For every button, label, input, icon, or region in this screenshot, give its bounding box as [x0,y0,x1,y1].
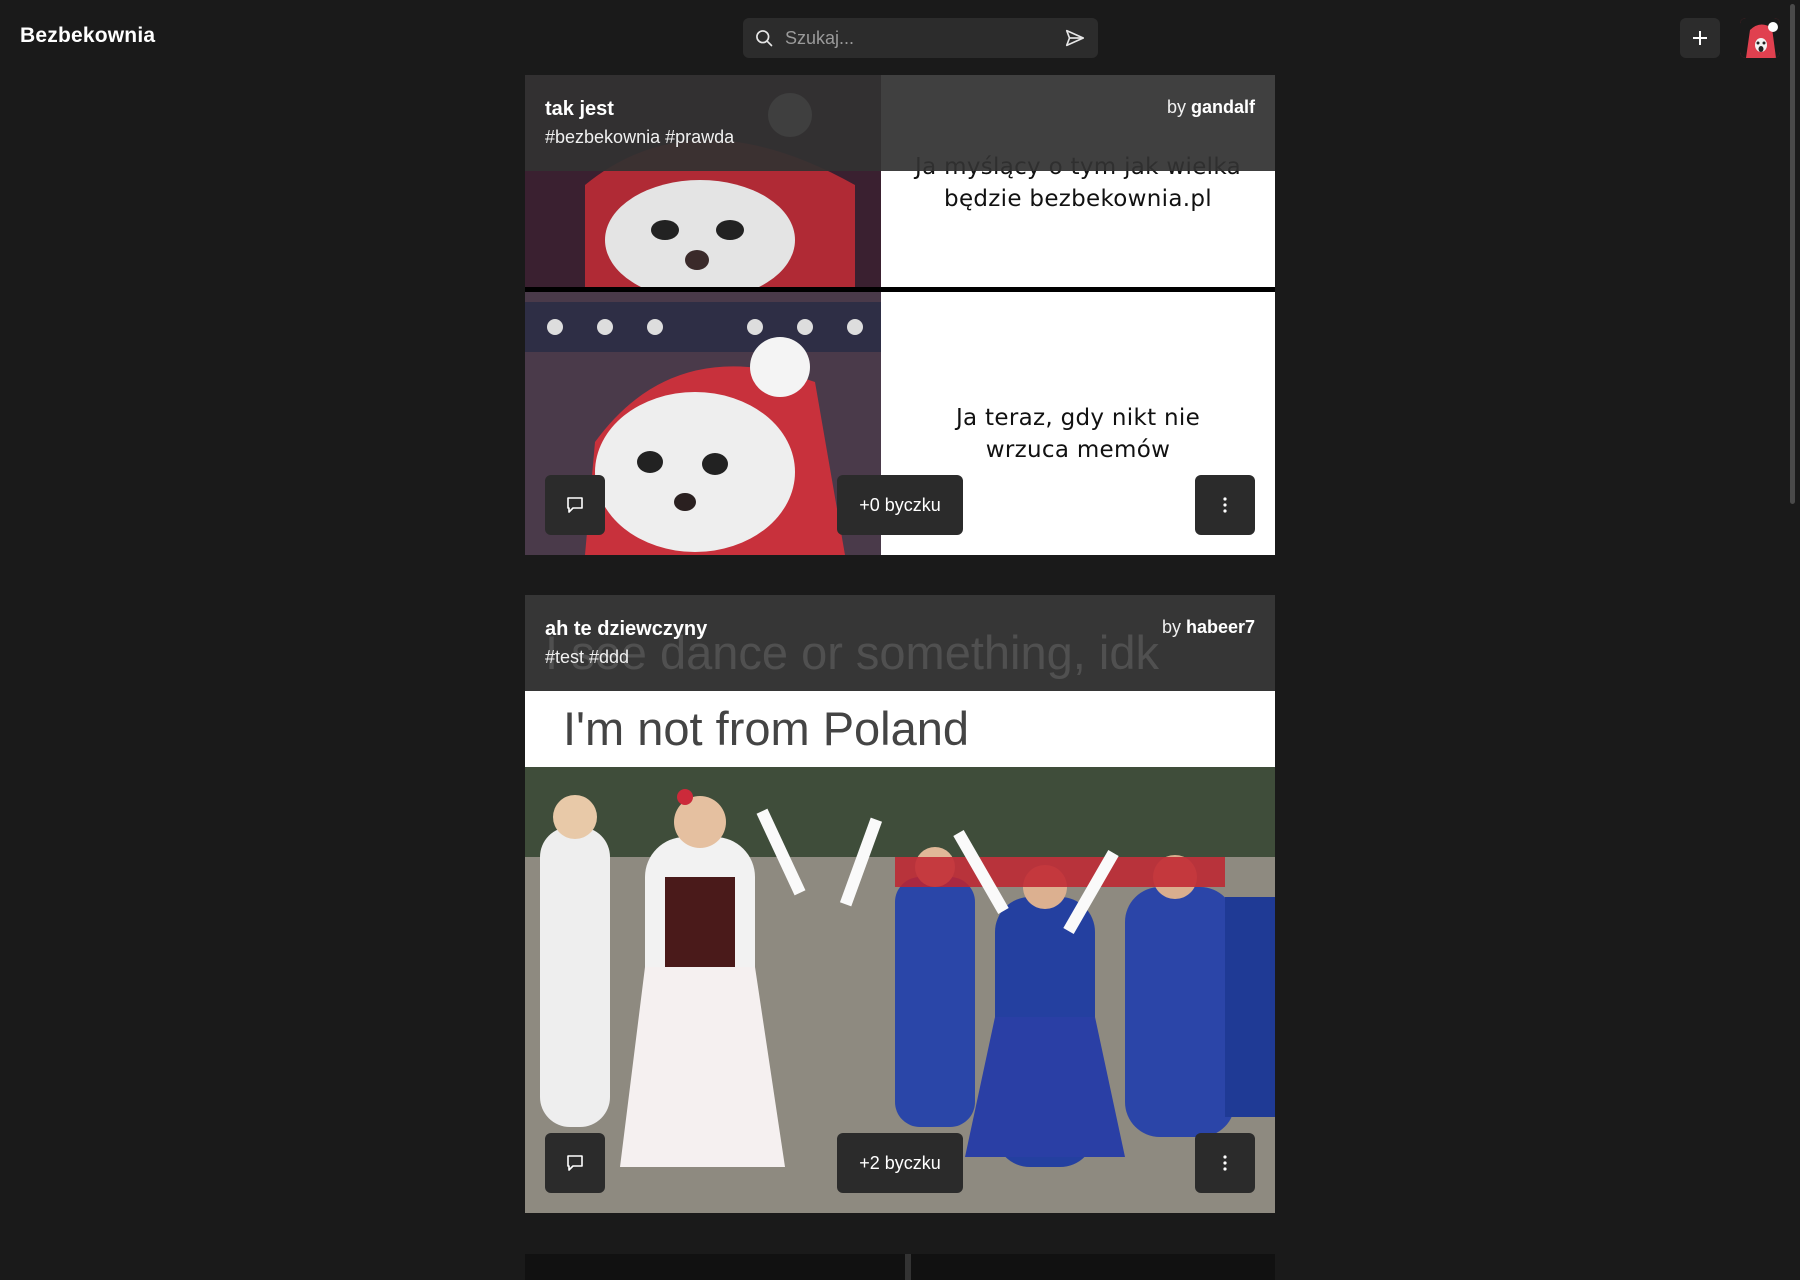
search-input[interactable] [783,18,1053,58]
more-vertical-icon [1223,1155,1227,1171]
author-name[interactable]: gandalf [1191,97,1255,117]
meme-headline-panel: I'm not from Poland [525,691,1275,767]
post-card-next [525,1254,1275,1280]
more-vertical-icon [1223,497,1227,513]
post-header: I see dance or something, idk ah te dzie… [525,595,1275,691]
user-avatar[interactable] [1740,18,1780,58]
add-post-button[interactable] [1680,18,1720,58]
send-icon[interactable] [1064,27,1086,49]
page-scrollbar[interactable] [1790,4,1795,504]
comment-icon [567,1155,583,1171]
post-author[interactable]: by gandalf [1167,97,1255,118]
post-title[interactable]: tak jest [545,98,614,121]
post-author[interactable]: by habeer7 [1162,617,1255,638]
avatar-image [1740,18,1780,58]
post-tags[interactable]: #bezbekownia #prawda [545,127,734,148]
comment-button[interactable] [545,1133,605,1193]
meme-headline: I'm not from Poland [563,702,970,755]
author-prefix: by [1161,617,1186,637]
top-bar: Bezbekownia [0,0,1800,75]
comment-icon [567,497,583,513]
meme-divider [905,1254,911,1280]
search-bar[interactable] [743,18,1098,58]
likes-button[interactable]: +0 byczku [837,475,963,535]
more-options-button[interactable] [1195,1133,1255,1193]
app-logo-title[interactable]: Bezbekownia [20,24,155,48]
search-icon [756,30,773,47]
meme-caption-bottom: Ja teraz, gdy nikt nie wrzuca memów [955,405,1201,463]
post-tags[interactable]: #test #ddd [545,647,629,668]
post-header: tak jest #bezbekownia #prawda by gandalf [525,75,1275,171]
comment-button[interactable] [545,475,605,535]
author-prefix: by [1166,97,1191,117]
post-card: I'm not from Poland I see dance or somet… [525,595,1275,1213]
post-card: Ja myślący o tym jak wielka będzie bezbe… [525,75,1275,555]
plus-icon [1693,31,1707,45]
post-title[interactable]: ah te dziewczyny [545,618,707,641]
more-options-button[interactable] [1195,475,1255,535]
likes-button[interactable]: +2 byczku [837,1133,963,1193]
author-name[interactable]: habeer7 [1186,617,1255,637]
